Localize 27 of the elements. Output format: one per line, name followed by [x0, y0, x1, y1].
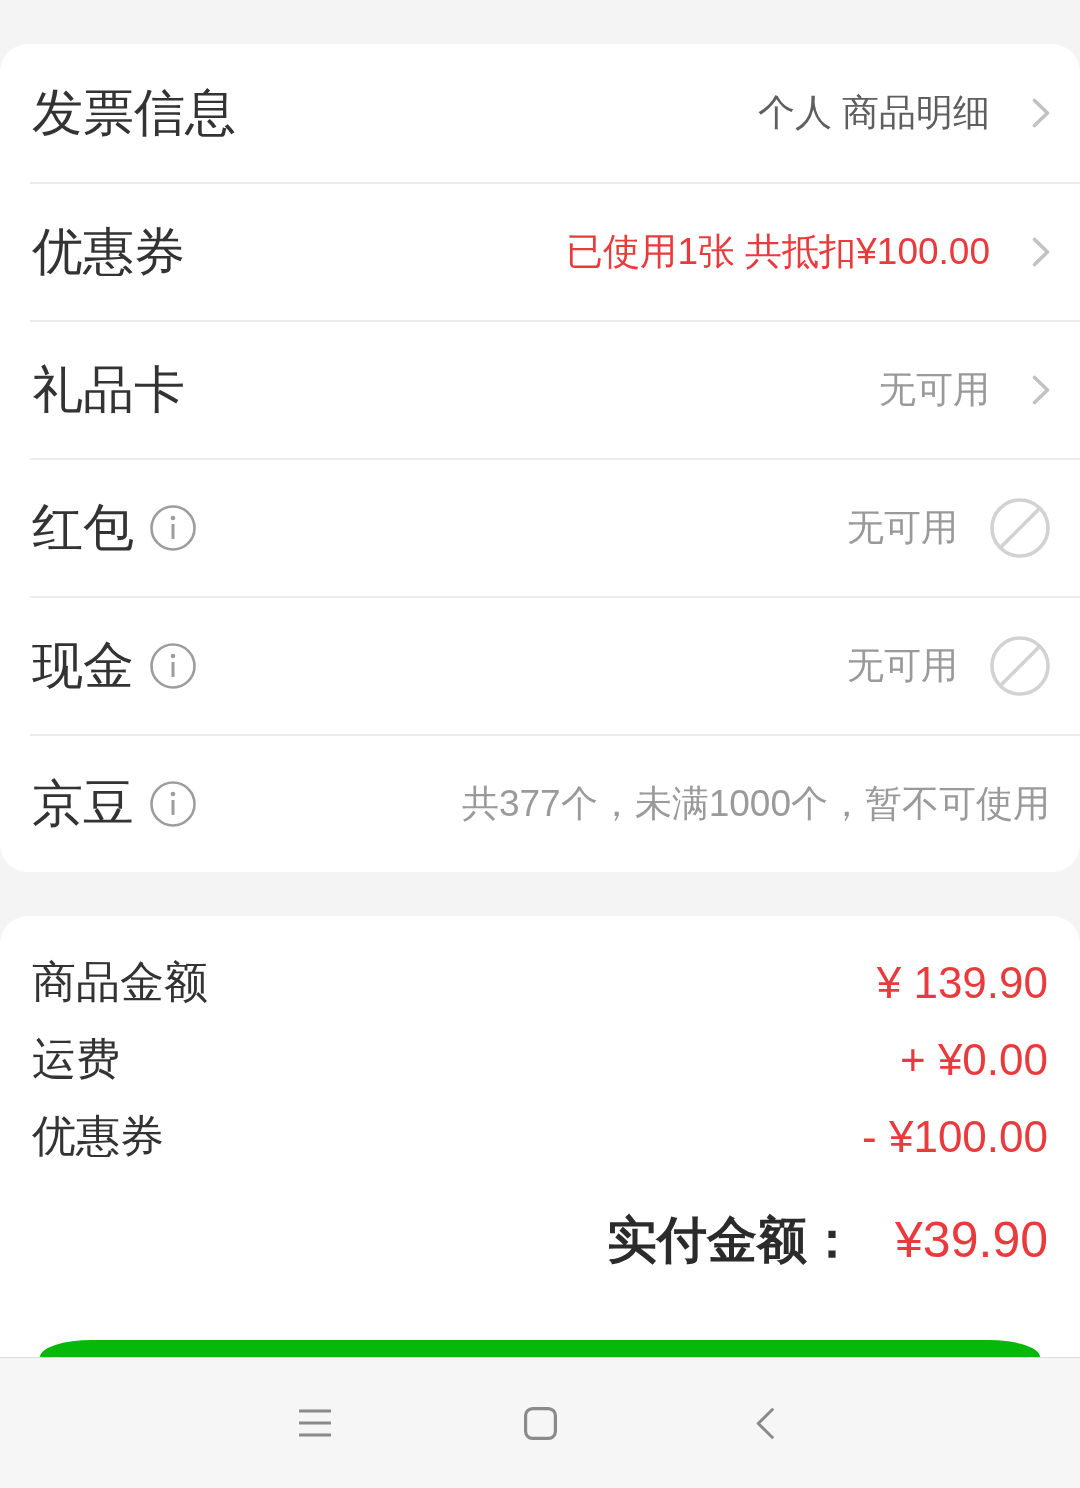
option-label: 京豆 — [32, 773, 134, 834]
chevron-right-icon[interactable] — [1032, 375, 1050, 405]
summary-amount: - ¥100.00 — [862, 1111, 1048, 1162]
menu-icon[interactable] — [299, 1409, 331, 1437]
option-label: 优惠券 — [32, 221, 185, 282]
option-value: 共377个，未满1000个，暂不可使用 — [461, 782, 1050, 826]
square-icon[interactable] — [523, 1406, 557, 1440]
summary-label: 优惠券 — [32, 1110, 164, 1162]
total-label: 实付金额： — [607, 1210, 858, 1270]
option-value: 无可用 — [847, 644, 958, 688]
chevron-right-icon[interactable] — [1032, 237, 1050, 267]
option-value: 无可用 — [847, 506, 958, 550]
option-label: 发票信息 — [32, 82, 236, 143]
option-label: 现金 — [32, 635, 134, 696]
back-icon[interactable] — [755, 1406, 775, 1440]
summary-label: 运费 — [32, 1033, 120, 1085]
option-label: 红包 — [32, 497, 134, 558]
summary-amount: ¥ 139.90 — [876, 957, 1048, 1008]
option-value: 已使用1张 共抵扣¥100.00 — [566, 230, 990, 274]
option-value: 个人 商品明细 — [757, 91, 990, 135]
summary-amount: + ¥0.00 — [899, 1034, 1048, 1085]
option-label: 礼品卡 — [32, 359, 185, 420]
chevron-right-icon[interactable] — [1032, 98, 1050, 128]
info-icon[interactable] — [150, 781, 196, 827]
option-value: 无可用 — [879, 368, 990, 412]
summary-label: 商品金额 — [32, 956, 208, 1008]
total-amount: ¥39.90 — [895, 1211, 1048, 1269]
